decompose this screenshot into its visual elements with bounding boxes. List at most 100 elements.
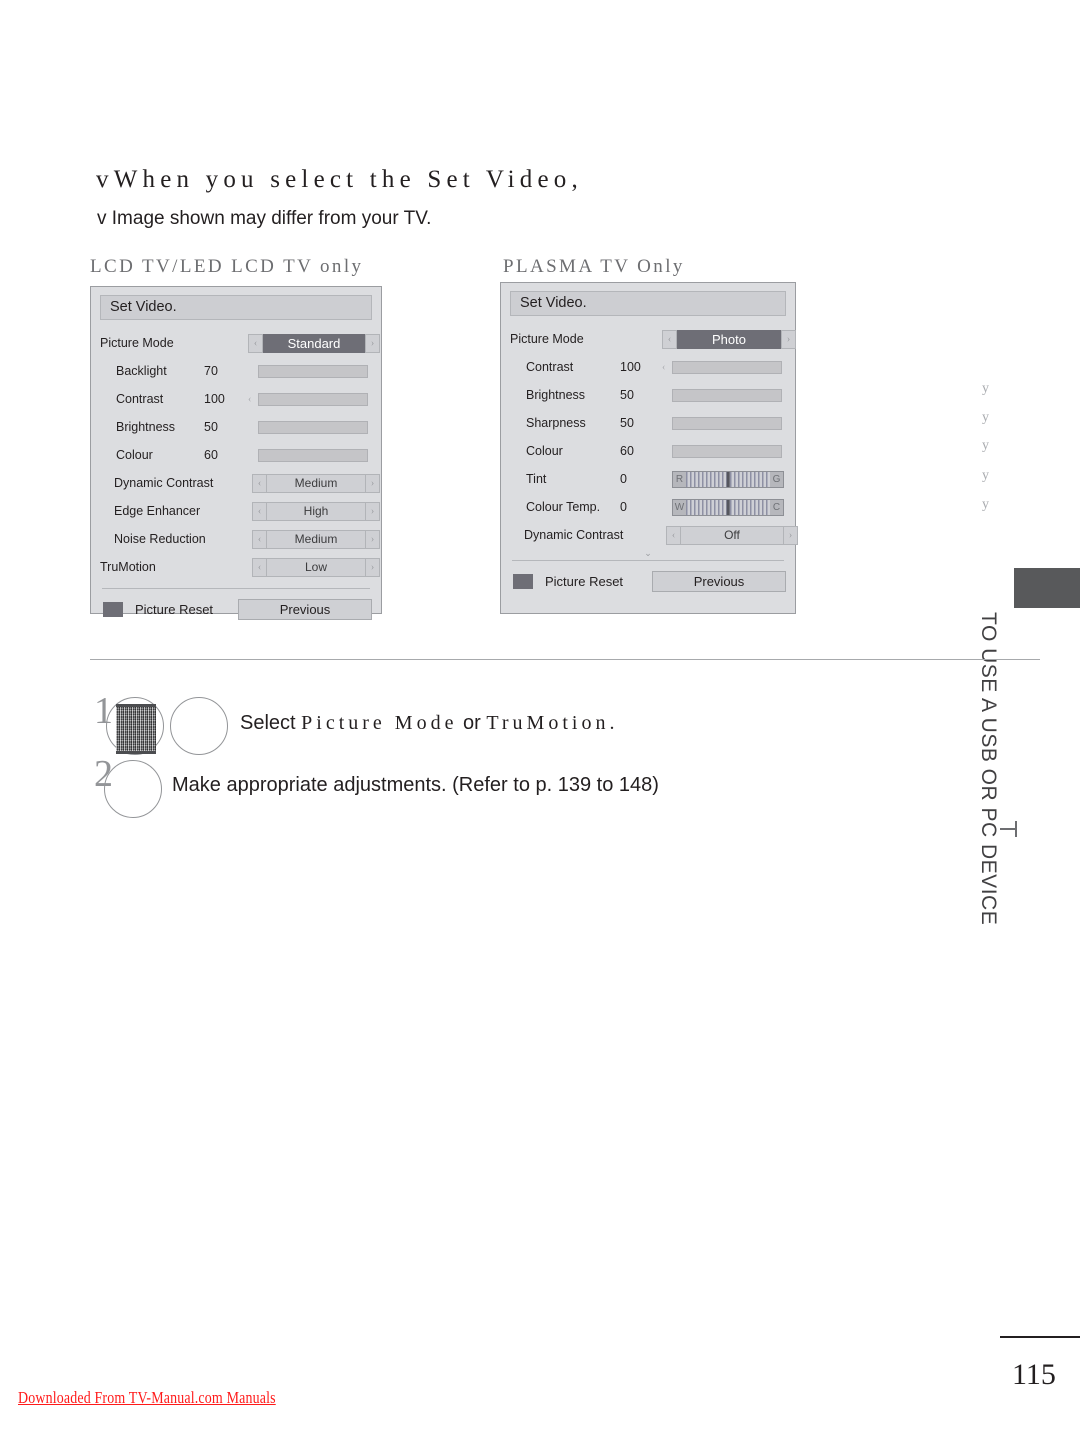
tint-stripes [686,471,770,487]
selector-trumotion[interactable]: ‹ Low › [252,557,380,577]
step-1-suffix: . [609,712,619,734]
slider-knob[interactable] [726,499,730,515]
ghost-mark-4: y [982,468,989,483]
tint-left-cap-label: R [673,471,686,487]
slider-sharpness[interactable] [672,416,782,430]
step-2-text: Make appropriate adjustments. (Refer to … [172,774,659,796]
slider-backlight[interactable] [258,364,368,378]
chevron-left-icon[interactable]: ‹ [252,529,267,549]
row-dynamic-contrast-plasma[interactable]: Dynamic Contrast ‹ Off › [510,521,798,549]
chevron-right-icon[interactable]: › [365,501,380,521]
divider [512,560,784,561]
slider-brightness[interactable] [258,420,368,434]
row-contrast-plasma[interactable]: Contrast 100 ‹ [510,353,786,381]
step-1-middle: or [457,712,487,734]
slider-contrast[interactable] [672,360,782,374]
selector-dynamic-contrast-lcd[interactable]: ‹ Medium › [252,473,380,493]
label-picture-mode: Picture Mode [100,336,174,350]
chevron-left-icon[interactable]: ‹ [252,557,267,577]
chevron-left-icon[interactable]: ‹ [252,501,267,521]
chevron-left-icon[interactable]: ‹ [662,329,677,349]
row-tint[interactable]: Tint 0 R G [510,465,786,493]
value-tint: 0 [620,472,627,486]
ghost-mark-5: y [982,497,989,512]
slider-tint[interactable]: R G [672,470,784,488]
label-contrast: Contrast [116,392,164,406]
row-brightness-lcd[interactable]: Brightness 50 [100,413,372,441]
label-trumotion: TruMotion [100,560,156,574]
ghost-mark-3: y [982,438,989,453]
row-contrast-lcd[interactable]: Contrast 100 ‹ [100,385,372,413]
row-edge-enhancer[interactable]: Edge Enhancer ‹ High › [100,497,380,525]
slider-colour[interactable] [672,444,782,458]
label-backlight: Backlight [116,364,167,378]
row-picture-mode-plasma[interactable]: Picture Mode ‹ Photo › [510,325,796,353]
image-disclaimer-note: v Image shown may differ from your TV. [97,208,432,229]
label-dynamic-contrast: Dynamic Contrast [524,528,624,542]
previous-button-plasma[interactable]: Previous [652,570,786,592]
row-colour-temp[interactable]: Colour Temp. 0 W C [510,493,786,521]
chevron-right-icon[interactable]: › [365,529,380,549]
label-colour: Colour [526,444,563,458]
slider-knob[interactable] [726,471,730,487]
colour-temp-right-cap-label: C [770,499,783,515]
chevron-right-icon[interactable]: › [781,329,796,349]
page-title: vWhen you select the Set Video, [96,166,583,193]
ghost-mark-2: y [982,410,989,425]
ghost-mark-1: y [982,381,989,396]
osd-panel-lcd: Set Video. Picture Mode ‹ Standard › Bac… [90,286,382,620]
value-sharpness: 50 [620,416,634,430]
label-colour: Colour [116,448,153,462]
step-1-prefix: Select [240,712,302,734]
caption-lcd-tv: LCD TV/LED LCD TV only [90,256,364,277]
value-contrast: 100 [204,392,225,406]
value-colour: 60 [204,448,218,462]
row-picture-reset-lcd: Picture Reset Previous [100,597,372,621]
label-colour-temp: Colour Temp. [526,500,601,514]
slider-colour-temp[interactable]: W C [672,498,784,516]
row-picture-mode-lcd[interactable]: Picture Mode ‹ Standard › [100,329,380,357]
selector-picture-mode-plasma[interactable]: ‹ Photo › [662,329,796,349]
chevron-right-icon[interactable]: › [365,557,380,577]
label-picture-reset: Picture Reset [545,573,624,589]
chevron-left-icon[interactable]: ‹ [666,525,681,545]
colour-temp-stripes [686,499,770,515]
slider-contrast[interactable] [258,392,368,406]
chevron-right-icon[interactable]: › [365,333,380,353]
scroll-down-icon[interactable]: ⌄ [510,549,786,558]
chevron-left-icon[interactable]: ‹ [252,473,267,493]
chevron-right-icon[interactable]: › [365,473,380,493]
value-brightness: 50 [620,388,634,402]
label-dynamic-contrast: Dynamic Contrast [114,476,214,490]
selector-noise-reduction[interactable]: ‹ Medium › [252,529,380,549]
value-brightness: 50 [204,420,218,434]
row-colour-plasma[interactable]: Colour 60 [510,437,786,465]
label-tint: Tint [526,472,547,486]
slider-colour[interactable] [258,448,368,462]
selector-edge-enhancer[interactable]: ‹ High › [252,501,380,521]
step-1-text: Select Picture Mode or TruMotion. [240,712,618,735]
selector-picture-mode-lcd[interactable]: ‹ Standard › [248,333,380,353]
row-dynamic-contrast-lcd[interactable]: Dynamic Contrast ‹ Medium › [100,469,380,497]
selector-dynamic-contrast-plasma[interactable]: ‹ Off › [666,525,798,545]
selector-value: Medium [267,473,365,493]
row-sharpness[interactable]: Sharpness 50 [510,409,786,437]
chevron-left-icon[interactable]: ‹ [248,333,263,353]
label-brightness: Brightness [116,420,176,434]
row-backlight[interactable]: Backlight 70 [100,357,372,385]
slider-prefix-contrast: ‹ [662,361,666,373]
row-brightness-plasma[interactable]: Brightness 50 [510,381,786,409]
chevron-right-icon[interactable]: › [783,525,798,545]
page-number: 115 [1012,1358,1056,1391]
row-colour-lcd[interactable]: Colour 60 [100,441,372,469]
slider-brightness[interactable] [672,388,782,402]
row-noise-reduction[interactable]: Noise Reduction ‹ Medium › [100,525,380,553]
selector-value: Off [681,525,783,545]
footer-rule [1000,1336,1080,1338]
label-noise-reduction: Noise Reduction [114,532,206,546]
download-source-link[interactable]: Downloaded From TV-Manual.com Manuals [18,1388,276,1408]
step-2-circle [104,760,162,818]
row-trumotion[interactable]: TruMotion ‹ Low › [100,553,380,581]
value-colour: 60 [620,444,634,458]
previous-button-lcd[interactable]: Previous [238,598,372,620]
